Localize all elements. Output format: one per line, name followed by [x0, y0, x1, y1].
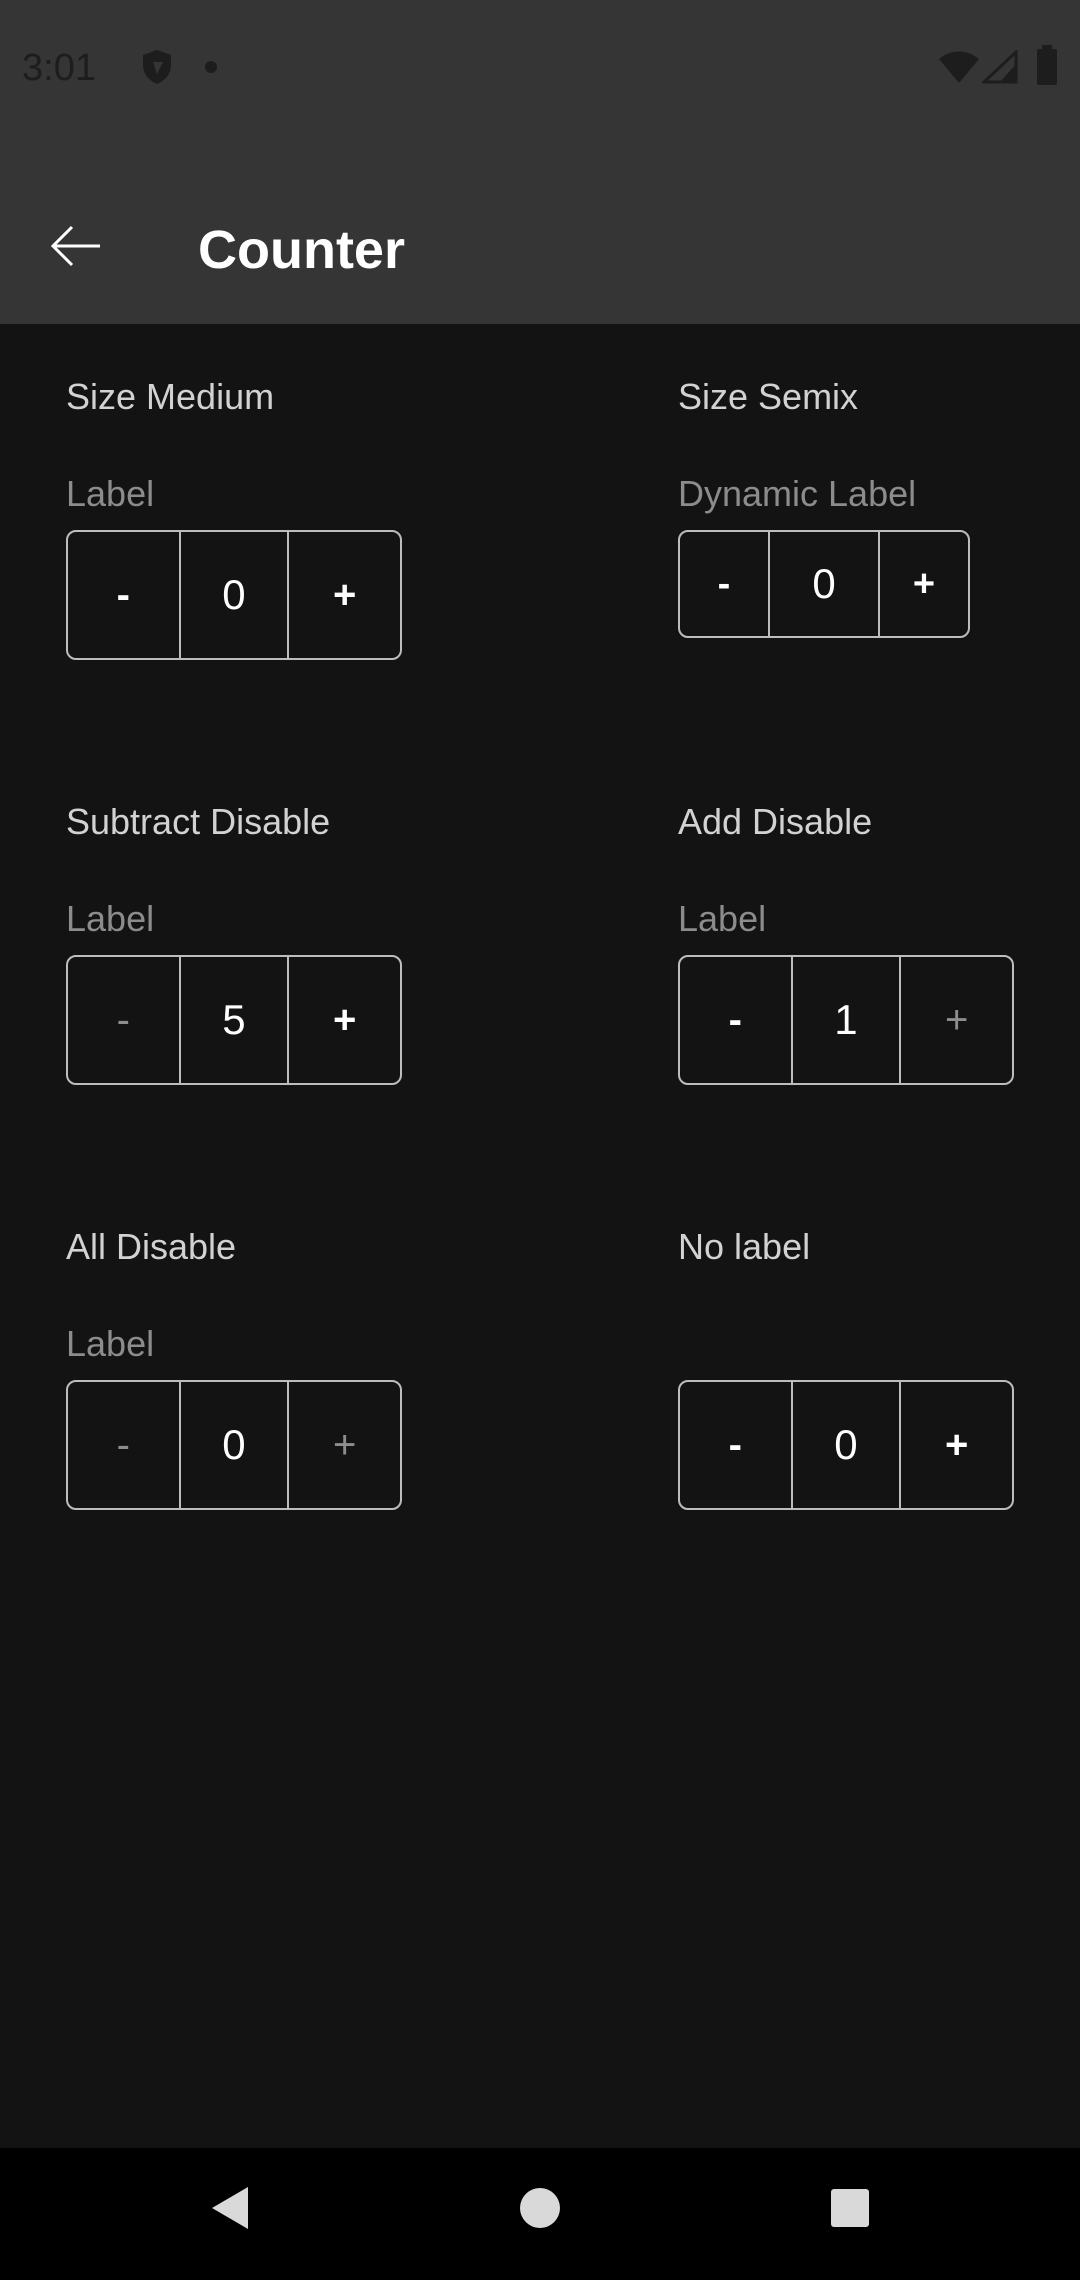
plus-button[interactable]: +: [901, 1382, 1012, 1508]
arrow-left-icon: [50, 225, 100, 267]
counter-label: Label: [66, 473, 155, 514]
counter-label: Label: [66, 1323, 155, 1364]
counter-subtract-disable: - 5 +: [66, 955, 402, 1085]
counter-label: Label: [66, 898, 155, 939]
minus-button-disabled: -: [116, 997, 130, 1042]
section-title-size-semix: Size Semix: [678, 376, 859, 417]
app-bar: [0, 136, 1080, 324]
shield-icon: [143, 50, 171, 84]
counter-value: 0: [790, 1382, 902, 1508]
counter-no-label: - 0 +: [678, 1380, 1014, 1510]
counter-value: 1: [790, 957, 902, 1083]
minus-button-disabled: -: [116, 1422, 130, 1467]
status-time: 3:01: [22, 47, 96, 89]
counter-add-disable: - 1 +: [678, 955, 1014, 1085]
counter-all-disable: - 0 +: [66, 1380, 402, 1510]
signal-icon: [982, 50, 1018, 84]
minus-button[interactable]: -: [680, 1382, 791, 1508]
section-title-subtract-disable: Subtract Disable: [66, 801, 331, 842]
status-bar: 3:01: [0, 0, 1080, 136]
counter-value: 5: [178, 957, 290, 1083]
section-title-no-label: No label: [678, 1226, 811, 1267]
counter-label: Dynamic Label: [678, 473, 917, 514]
plus-button-disabled: +: [944, 997, 969, 1042]
minus-button[interactable]: -: [68, 532, 179, 658]
counter-value: 0: [178, 1382, 290, 1508]
navigation-bar: [0, 2148, 1080, 2280]
counter-size-medium: - 0 +: [66, 530, 402, 660]
recents-square-icon: [831, 2189, 869, 2227]
section-title-all-disable: All Disable: [66, 1226, 237, 1267]
plus-button[interactable]: +: [880, 532, 968, 636]
section-title-size-medium: Size Medium: [66, 376, 275, 417]
back-button[interactable]: [36, 206, 116, 286]
section-title-add-disable: Add Disable: [678, 801, 873, 842]
page-title: Counter: [198, 220, 405, 280]
nav-home-button[interactable]: [500, 2168, 580, 2248]
home-circle-icon: [520, 2188, 560, 2228]
counter-value: 0: [768, 532, 880, 636]
nav-back-button[interactable]: [190, 2168, 270, 2248]
nav-recents-button[interactable]: [810, 2168, 890, 2248]
battery-icon: [1037, 45, 1057, 85]
screen: 3:01 Counter Size Medium Label - 0 + Siz…: [0, 0, 1080, 2280]
plus-button-disabled: +: [332, 1422, 357, 1467]
plus-button[interactable]: +: [289, 957, 400, 1083]
plus-button[interactable]: +: [289, 532, 400, 658]
notification-dot-icon: [205, 61, 217, 73]
counter-label: Label: [678, 898, 767, 939]
counter-value: 0: [178, 532, 290, 658]
minus-button[interactable]: -: [680, 532, 768, 636]
counter-size-semix: - 0 +: [678, 530, 970, 638]
back-triangle-icon: [212, 2187, 248, 2229]
wifi-icon: [939, 51, 979, 83]
minus-button[interactable]: -: [680, 957, 791, 1083]
